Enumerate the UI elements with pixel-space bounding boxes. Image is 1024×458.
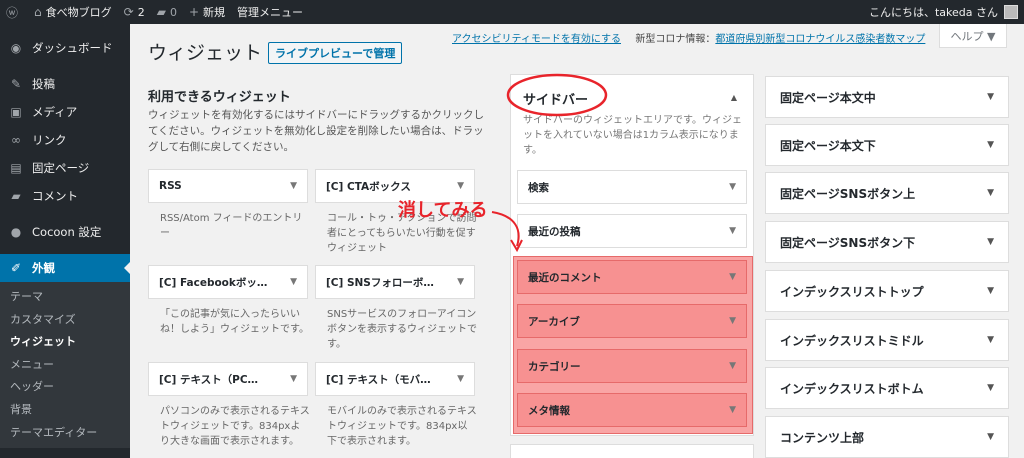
plus-icon: + (188, 5, 199, 19)
next-widget-area (510, 444, 754, 458)
widget-desc: 「この記事が気に入ったらいいね！しよう」ウィジェットです。 (160, 309, 309, 335)
menu-pages[interactable]: ▤ 固定ページ (0, 154, 130, 182)
sidebar-widget-search[interactable]: 検索 ▼ (517, 170, 747, 204)
menu-media[interactable]: ▣ メディア (0, 98, 130, 126)
widget-desc: パソコンのみで表示されるテキストウィジェットです。834pxより大きな画面で表示… (160, 406, 310, 447)
submenu-customize[interactable]: カスタマイズ (0, 309, 130, 332)
sidebar-widget-meta[interactable]: メタ情報 ▼ (517, 393, 747, 427)
caret-down-icon: ▼ (987, 335, 994, 345)
widget-text-mobile[interactable]: [C] テキスト（モバ… ▼ (315, 362, 475, 396)
submenu-theme-editor[interactable]: テーマエディター (0, 422, 130, 445)
widget-desc: SNSサービスのフォローアイコンボタンを表示するウィジェットです。 (327, 309, 477, 350)
widget-area-page-sns-bottom[interactable]: 固定ページSNSボタン下 ▼ (765, 221, 1009, 263)
caret-down-icon: ▼ (987, 383, 994, 393)
admin-sidebar: ◉ ダッシュボード ✎ 投稿 ▣ メディア ∞ リンク ▤ 固定ページ ▰ コメント ● Co… (0, 24, 130, 458)
comments-link[interactable]: ▰ 0 (151, 0, 183, 24)
wp-logo-button[interactable]: ⓦ (0, 0, 28, 24)
site-name-link[interactable]: ⌂ 食べ物ブログ (28, 0, 118, 24)
admin-bar: ⓦ ⌂ 食べ物ブログ ⟳ 2 ▰ 0 + 新規 管理メニュー こんにちは、takeda … (0, 0, 1024, 24)
manage-menu-link[interactable]: 管理メニュー (231, 0, 309, 24)
widget-area-content-top[interactable]: コンテンツ上部 ▼ (765, 416, 1009, 458)
caret-down-icon: ▼ (987, 237, 994, 247)
sidebar-area-title[interactable]: サイドバー (523, 89, 588, 108)
caret-down-icon: ▼ (729, 226, 736, 236)
caret-down-icon: ▼ (457, 277, 464, 287)
brush-icon: ✐ (10, 261, 22, 275)
submenu-themes[interactable]: テーマ (0, 286, 130, 309)
menu-posts[interactable]: ✎ 投稿 (0, 70, 130, 98)
live-preview-button[interactable]: ライブプレビューで管理 (268, 42, 403, 64)
widget-text-pc[interactable]: [C] テキスト（PC… ▼ (148, 362, 308, 396)
comment-icon: ▰ (11, 189, 21, 203)
widget-desc: RSS/Atom フィードのエントリー (160, 213, 303, 239)
widget-area-index-middle[interactable]: インデックスリストミドル ▼ (765, 319, 1009, 361)
top-notice: アクセシビリティモードを有効にする 新型コロナ情報：都道府県別新型コロナウイルス… (452, 34, 926, 45)
annotation-text: 消してみる (398, 200, 488, 221)
home-icon: ⌂ (34, 5, 42, 19)
caret-down-icon: ▼ (987, 286, 994, 296)
submenu-header[interactable]: ヘッダー (0, 376, 130, 399)
sidebar-widget-recent-comments[interactable]: 最近のコメント ▼ (517, 260, 747, 294)
submenu-widgets[interactable]: ウィジェット (0, 331, 130, 354)
caret-down-icon: ▼ (729, 361, 736, 371)
caret-down-icon: ▼ (457, 181, 464, 191)
widget-facebook-box[interactable]: [C] Facebookボッ… ▼ (148, 265, 308, 299)
media-icon: ▣ (10, 105, 22, 119)
caret-down-icon: ▼ (729, 272, 736, 282)
cocoon-icon: ● (10, 225, 22, 239)
pin-icon: ✎ (10, 77, 22, 91)
caret-down-icon: ▼ (729, 405, 736, 415)
caret-down-icon: ▼ (457, 374, 464, 384)
updates-icon: ⟳ (123, 5, 134, 19)
widget-area-index-bottom[interactable]: インデックスリストボトム ▼ (765, 367, 1009, 409)
caret-up-icon[interactable]: ▲ (731, 93, 737, 102)
dashboard-icon: ◉ (10, 41, 22, 55)
page-title: ウィジェット (148, 42, 263, 64)
appearance-submenu: テーマ カスタマイズ ウィジェット メニュー ヘッダー 背景 テーマエディター (0, 282, 130, 449)
caret-down-icon: ▼ (290, 181, 297, 191)
caret-down-icon: ▼ (290, 374, 297, 384)
comment-icon: ▰ (156, 5, 166, 19)
caret-down-icon: ▼ (987, 432, 994, 442)
account-menu[interactable]: こんにちは、takeda さん (869, 4, 1024, 20)
avatar (1004, 5, 1018, 19)
sidebar-widget-archives[interactable]: アーカイブ ▼ (517, 304, 747, 338)
page-icon: ▤ (10, 161, 22, 175)
menu-cocoon[interactable]: ● Cocoon 設定 (0, 218, 130, 246)
menu-dashboard[interactable]: ◉ ダッシュボード (0, 34, 130, 62)
widget-area-page-sns-top[interactable]: 固定ページSNSボタン上 ▼ (765, 172, 1009, 214)
caret-down-icon: ▼ (987, 140, 994, 150)
new-content-link[interactable]: + 新規 (183, 0, 231, 24)
menu-comments[interactable]: ▰ コメント (0, 182, 130, 210)
widget-rss[interactable]: RSS ▼ (148, 169, 308, 203)
available-widgets-title: 利用できるウィジェット (148, 90, 291, 105)
caret-down-icon: ▼ (987, 188, 994, 198)
widget-area-index-top[interactable]: インデックスリストトップ ▼ (765, 270, 1009, 312)
menu-links[interactable]: ∞ リンク (0, 126, 130, 154)
link-icon: ∞ (11, 133, 21, 147)
sidebar-area-desc: サイドバーのウィジェットエリアです。ウィジェットを入れていない場合は1カラム表示… (523, 115, 742, 156)
widget-area-page-body-bottom[interactable]: 固定ページ本文下 ▼ (765, 124, 1009, 166)
caret-down-icon: ▼ (290, 277, 297, 287)
sidebar-widget-recent-posts[interactable]: 最近の投稿 ▼ (517, 214, 747, 248)
caret-down-icon: ▼ (729, 182, 736, 192)
accessibility-mode-link[interactable]: アクセシビリティモードを有効にする (452, 34, 621, 45)
available-widgets-desc: ウィジェットを有効化するにはサイドバーにドラッグするかクリックしてください。ウィ… (148, 109, 484, 153)
widget-area-page-body-middle[interactable]: 固定ページ本文中 ▼ (765, 76, 1009, 118)
caret-down-icon: ▼ (729, 316, 736, 326)
updates-link[interactable]: ⟳ 2 (118, 0, 151, 24)
widget-sns-follow[interactable]: [C] SNSフォローボ… ▼ (315, 265, 475, 299)
covid-map-link[interactable]: 都道府県別新型コロナウイルス感染者数マップ (715, 34, 925, 45)
widget-desc: モバイルのみで表示されるテキストウィジェットです。834px以下で表示されます。 (327, 406, 477, 447)
submenu-background[interactable]: 背景 (0, 399, 130, 422)
wordpress-icon: ⓦ (6, 5, 19, 20)
menu-appearance[interactable]: ✐ 外観 (0, 254, 130, 282)
submenu-menus[interactable]: メニュー (0, 354, 130, 377)
sidebar-widget-categories[interactable]: カテゴリー ▼ (517, 349, 747, 383)
help-button[interactable]: ヘルプ ▼ (939, 24, 1007, 48)
caret-down-icon: ▼ (987, 92, 994, 102)
